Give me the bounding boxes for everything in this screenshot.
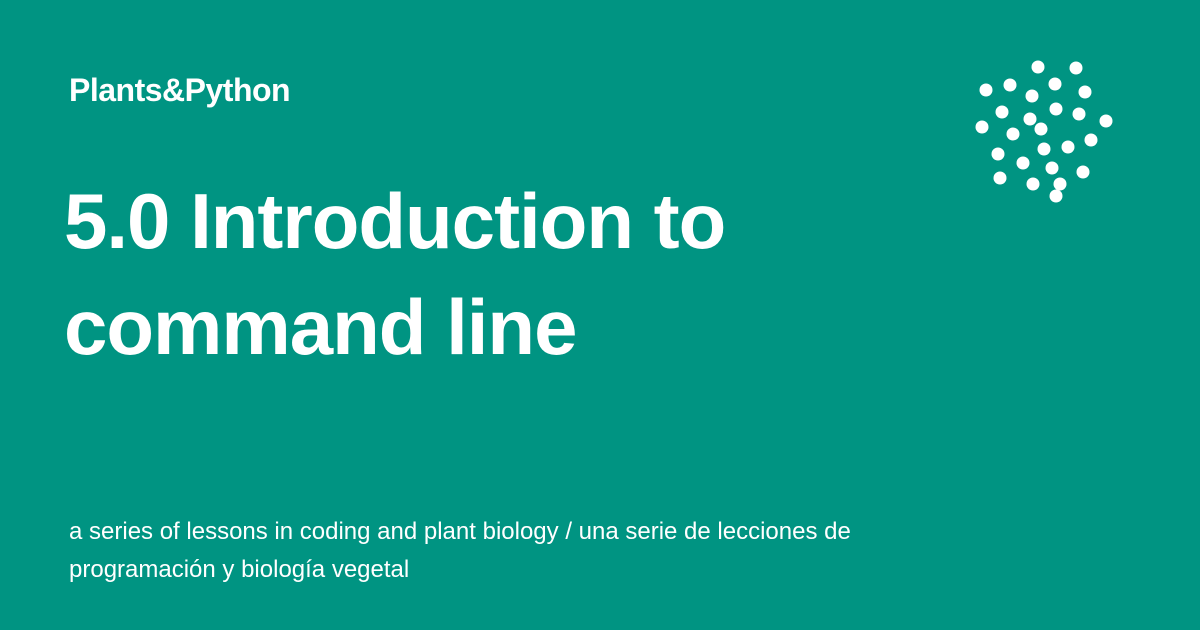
logo-dot	[1025, 89, 1039, 103]
logo-dot	[1099, 114, 1113, 128]
site-name: Plants&Python	[69, 72, 291, 108]
logo-dot	[1069, 61, 1083, 75]
logo-dot	[1006, 127, 1020, 141]
logo-dot	[995, 105, 1009, 119]
logo-dot	[1003, 78, 1017, 92]
logo-dot	[1078, 85, 1092, 99]
logo-dot	[1034, 122, 1048, 136]
logo-dot	[1023, 112, 1037, 126]
logo-dot	[979, 83, 993, 97]
logo-dot	[1026, 177, 1040, 191]
logo-dot	[1072, 107, 1086, 121]
logo-dot	[1016, 156, 1030, 170]
logo-dot	[1053, 177, 1067, 191]
logo-dot	[1045, 161, 1059, 175]
logo-dot	[1049, 189, 1063, 203]
post-title: 5.0 Introduction to command line	[64, 177, 726, 371]
logo-dot	[1037, 142, 1051, 156]
logo-dot	[1061, 140, 1075, 154]
logo-dot	[1084, 133, 1098, 147]
logo-dot	[1031, 60, 1045, 74]
logo-dot	[1076, 165, 1090, 179]
logo-dot	[1048, 77, 1062, 91]
logo-dot	[993, 171, 1007, 185]
dot-cluster-icon	[975, 60, 1113, 203]
post-description: a series of lessons in coding and plant …	[69, 518, 851, 583]
social-card: Plants&Python 5.0 Introduction to comman…	[0, 0, 1200, 630]
logo-dot	[975, 120, 989, 134]
logo-dot	[991, 147, 1005, 161]
logo-dot	[1049, 102, 1063, 116]
